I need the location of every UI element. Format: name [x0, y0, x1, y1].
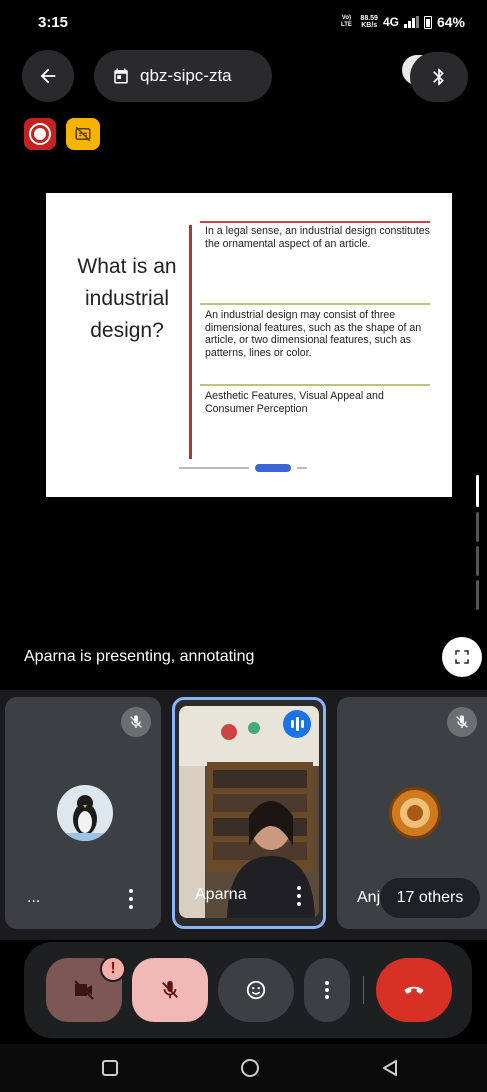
system-nav-bar	[0, 1044, 487, 1092]
slide-point-1: In a legal sense, an industrial design c…	[205, 225, 430, 250]
back-triangle-icon	[383, 1060, 397, 1076]
camera-off-icon	[74, 980, 94, 1000]
volte-indicator: Vo) LTE	[340, 15, 352, 28]
more-vert-icon	[325, 981, 329, 999]
more-options-button[interactable]	[304, 958, 350, 1022]
back-nav-button[interactable]	[378, 1056, 402, 1080]
network-type: 4G	[382, 15, 399, 29]
fullscreen-button[interactable]	[442, 637, 482, 677]
home-icon	[241, 1059, 259, 1077]
record-icon	[34, 128, 46, 140]
fullscreen-icon	[455, 650, 469, 664]
mic-off-icon	[162, 980, 178, 999]
network-speed: 88.59 KB/s	[360, 15, 378, 29]
meeting-info-button[interactable]: qbz-sipc-zta	[94, 50, 272, 102]
status-time: 3:15	[38, 14, 69, 31]
meeting-code: qbz-sipc-zta	[140, 66, 232, 85]
home-button[interactable]	[238, 1056, 262, 1080]
bluetooth-button[interactable]	[410, 52, 468, 102]
slide-presenter-toolbar	[179, 463, 319, 473]
back-button[interactable]	[22, 50, 74, 102]
slide-divider	[200, 384, 430, 386]
call-end-icon	[404, 986, 424, 994]
status-icons: Vo) LTE 88.59 KB/s 4G 64%	[337, 14, 465, 30]
slide-scroll-track	[476, 580, 479, 610]
arrow-left-icon	[40, 68, 56, 84]
signal-icon	[403, 16, 419, 28]
bluetooth-icon	[433, 68, 444, 86]
recents-button[interactable]	[98, 1056, 122, 1080]
calendar-icon	[114, 68, 128, 84]
reactions-button[interactable]	[218, 958, 294, 1022]
slide-point-2: An industrial design may consist of thre…	[205, 309, 422, 359]
presentation-slide: What is an industrial design? In a legal…	[46, 193, 452, 497]
mic-off-icon	[121, 707, 151, 737]
leave-call-button[interactable]	[376, 958, 452, 1022]
presenting-status: Aparna is presenting, annotating	[24, 648, 255, 665]
more-vert-icon[interactable]	[289, 884, 309, 908]
slide-annotation-line	[189, 225, 192, 459]
camera-alert-badge[interactable]: !	[100, 956, 126, 982]
battery-level: 64%	[436, 14, 465, 30]
seal-avatar	[389, 787, 441, 839]
slide-divider	[200, 221, 430, 223]
more-vert-icon[interactable]	[121, 887, 141, 911]
slide-scroll-track	[476, 512, 479, 542]
participant-name: Anj	[357, 889, 381, 906]
mic-toggle-button[interactable]	[132, 958, 208, 1022]
recents-icon	[102, 1060, 118, 1076]
participant-name: ...	[27, 889, 41, 906]
captions-off-icon	[75, 126, 91, 142]
recording-indicator[interactable]	[24, 118, 56, 150]
slide-title: What is an industrial design?	[77, 255, 177, 342]
captions-indicator[interactable]	[66, 118, 100, 150]
emoji-icon	[246, 980, 266, 1000]
battery-icon	[423, 15, 432, 29]
controls-divider	[363, 976, 364, 1004]
participant-tile-active-speaker[interactable]: Aparna	[172, 697, 326, 929]
mic-off-icon	[447, 707, 477, 737]
slide-scroll-track	[476, 546, 479, 576]
participant-name: Aparna	[195, 886, 247, 903]
participant-tile[interactable]: ...	[5, 697, 161, 929]
status-bar: 3:15 Vo) LTE 88.59 KB/s 4G 64%	[0, 0, 487, 44]
slide-scroll-thumb[interactable]	[476, 475, 479, 507]
others-count-button[interactable]: 17 others	[380, 878, 480, 918]
penguin-avatar	[57, 785, 113, 841]
speaking-indicator-icon	[283, 710, 311, 738]
slide-divider	[200, 303, 430, 305]
slide-point-3: Aesthetic Features, Visual Appeal and Co…	[205, 390, 384, 415]
